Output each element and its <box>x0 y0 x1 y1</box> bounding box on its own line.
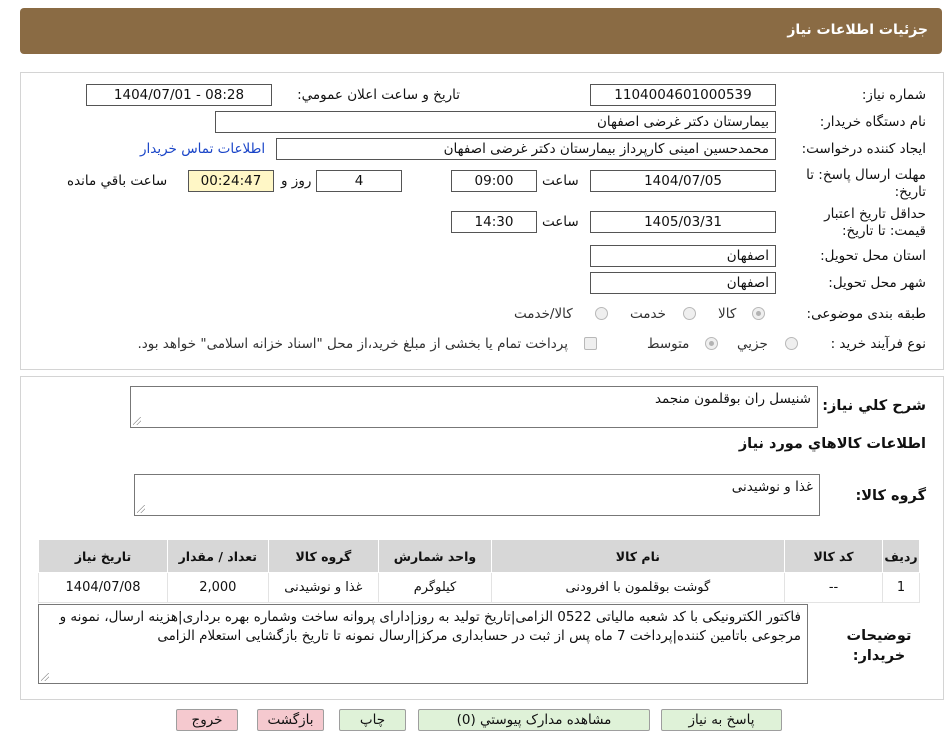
resize-grip-icon[interactable] <box>41 673 49 681</box>
remaining-timer: 00:24:47 <box>188 170 274 192</box>
deadline-time-label: ساعت <box>542 173 579 189</box>
category-radio-goods-service[interactable] <box>595 307 608 320</box>
cell-quantity: 2,000 <box>167 572 269 603</box>
goods-group-field: غذا و نوشیدنی <box>134 474 820 516</box>
resize-grip-icon[interactable] <box>137 505 145 513</box>
validity-time-label: ساعت <box>542 214 579 230</box>
deadline-time-field: 09:00 <box>451 170 537 192</box>
category-radio-goods[interactable] <box>752 307 765 320</box>
summary-text: شنیسل ران بوقلمون منجمد <box>654 391 811 407</box>
deadline-date-field: 1404/07/05 <box>590 170 776 192</box>
reply-button[interactable]: پاسخ به نیاز <box>661 709 782 731</box>
city-field: اصفهان <box>590 272 776 294</box>
cell-unit: کیلوگرم <box>378 572 492 603</box>
category-radio-service[interactable] <box>683 307 696 320</box>
validity-label: حداقل تاریخ اعتبار قیمت: تا تاریخ: <box>786 206 926 240</box>
buyer-notes-text: فاکتور الکترونیکی با کد شعبه مالیاتی 052… <box>59 609 801 644</box>
col-unit: واحد شمارش <box>378 539 492 573</box>
category-option-service: خدمت <box>630 306 666 322</box>
page-header: جزئیات اطلاعات نیاز <box>20 8 942 54</box>
announce-datetime-field: 1404/07/01 - 08:28 <box>86 84 272 106</box>
need-number-field: 1104004601000539 <box>590 84 776 106</box>
buyer-org-label: نام دستگاه خریدار: <box>819 114 926 130</box>
goods-group-label: گروه کالا: <box>855 488 926 504</box>
announce-datetime-label: تاریخ و ساعت اعلان عمومي: <box>297 87 460 103</box>
purchase-radio-medium[interactable] <box>705 337 718 350</box>
cell-item-code: -- <box>783 572 884 603</box>
buyer-org-field: بیمارستان دکتر غرضی اصفهان <box>215 111 776 133</box>
buyer-notes-field: فاکتور الکترونیکی با کد شعبه مالیاتی 052… <box>38 604 808 684</box>
validity-date-field: 1405/03/31 <box>590 211 776 233</box>
purchase-radio-small[interactable] <box>785 337 798 350</box>
city-label: شهر محل تحویل: <box>828 275 926 291</box>
items-table: ردیف کد کالا نام کالا واحد شمارش گروه کا… <box>38 539 920 603</box>
cell-item-name: گوشت بوقلمون با افرودنی <box>490 572 785 603</box>
page-title: جزئیات اطلاعات نیاز <box>787 22 928 38</box>
buyer-notes-label: توضیحات خریدار: <box>834 626 924 666</box>
deadline-days-label: روز و <box>281 173 312 189</box>
purchase-type-label: نوع فرآیند خرید : <box>830 336 926 352</box>
deadline-days-field: 4 <box>316 170 402 192</box>
buyer-contact-link[interactable]: اطلاعات تماس خریدار <box>140 141 265 157</box>
print-button[interactable]: چاپ <box>339 709 406 731</box>
purchase-option-small: جزیي <box>737 336 768 352</box>
summary-field: شنیسل ران بوقلمون منجمد <box>130 386 818 428</box>
validity-time-field: 14:30 <box>451 211 537 233</box>
summary-label: شرح كلي نياز: <box>822 398 926 414</box>
cell-goods-group: غذا و نوشیدنی <box>267 572 380 603</box>
back-button[interactable]: بازگشت <box>257 709 324 731</box>
col-row-number: ردیف <box>882 539 920 573</box>
cell-row-number: 1 <box>882 572 920 603</box>
category-option-goods: کالا <box>718 306 737 322</box>
requester-field: محمدحسین امینی کارپرداز بیمارستان دکتر غ… <box>276 138 776 160</box>
deadline-label-text: مهلت ارسال پاسخ: تا تاریخ: <box>806 167 926 200</box>
category-option-goods-service: کالا/خدمت <box>514 306 573 322</box>
col-quantity: تعداد / مقدار <box>167 539 269 573</box>
resize-grip-icon[interactable] <box>133 417 141 425</box>
province-label: استان محل تحویل: <box>820 248 926 264</box>
col-item-name: نام کالا <box>490 539 785 573</box>
purchase-option-medium: متوسط <box>647 336 690 352</box>
category-label: طبقه بندی موضوعی: <box>806 306 926 322</box>
validity-label-text: حداقل تاریخ اعتبار قیمت: تا تاریخ: <box>824 206 926 239</box>
col-goods-group: گروه کالا <box>267 539 380 573</box>
treasury-checkbox[interactable] <box>584 337 597 350</box>
view-attachments-button[interactable]: مشاهده مدارک پیوستي (0) <box>418 709 650 731</box>
need-number-label: شماره نیاز: <box>861 87 926 103</box>
items-heading: اطلاعات کالاهاي مورد نياز <box>738 436 926 452</box>
province-field: اصفهان <box>590 245 776 267</box>
treasury-note: پرداخت تمام یا بخشی از مبلغ خرید،از محل … <box>137 336 568 352</box>
col-item-code: کد کالا <box>783 539 884 573</box>
col-need-date: تاریخ نیاز <box>38 539 168 573</box>
goods-group-text: غذا و نوشیدنی <box>731 479 813 495</box>
table-header-row: ردیف کد کالا نام کالا واحد شمارش گروه کا… <box>38 539 920 573</box>
table-row: 1 -- گوشت بوقلمون با افرودنی کیلوگرم غذا… <box>38 572 920 603</box>
requester-label: ایجاد کننده درخواست: <box>801 141 926 157</box>
exit-button[interactable]: خروج <box>176 709 238 731</box>
deadline-label: مهلت ارسال پاسخ: تا تاریخ: <box>786 167 926 201</box>
remaining-label: ساعت باقي مانده <box>67 173 168 189</box>
buyer-notes-label-text: توضیحات خریدار: <box>846 628 912 664</box>
cell-need-date: 1404/07/08 <box>38 572 168 603</box>
